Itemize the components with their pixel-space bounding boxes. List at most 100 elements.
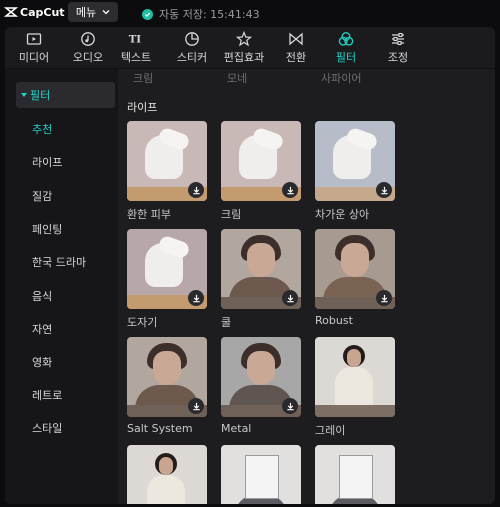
filter-card[interactable]: 환한 피부 (127, 121, 207, 222)
autosave-text: 자동 저장: 15:41:43 (159, 8, 260, 21)
filter-category-sidebar: 필터 추천 라이프 질감 페인팅 한국 드라마 음식 자연 영화 레트로 스타일 (5, 69, 118, 504)
filter-card-label: 쿨 (221, 316, 232, 329)
capcut-logo-icon (4, 7, 18, 17)
filter-card[interactable]: 그레이 (315, 337, 395, 438)
sidebar-item-food[interactable]: 음식 (32, 283, 131, 309)
capcut-logo: CapCut (4, 5, 65, 19)
sidebar-item-texture[interactable]: 질감 (32, 183, 131, 209)
filter-thumbnail[interactable] (127, 229, 207, 309)
filter-grid: 크림 모네 사파이어 라이프 환한 피부 크림 차가운 상아 도자기 쿨 Robust Sa… (118, 69, 495, 504)
sidebar-header-filter[interactable]: 필터 (16, 82, 115, 108)
filter-thumbnail[interactable] (315, 229, 395, 309)
filter-icon (338, 32, 354, 46)
download-icon (192, 402, 200, 410)
filter-card[interactable]: 차가운 상아 (315, 121, 395, 222)
download-icon (380, 186, 388, 194)
sidebar-item-kdrama[interactable]: 한국 드라마 (32, 249, 131, 275)
tab-text[interactable]: TI 텍스트 (109, 27, 163, 68)
download-icon (286, 402, 294, 410)
filter-card[interactable]: Metal (221, 337, 301, 435)
download-button[interactable] (282, 290, 298, 306)
filter-card[interactable] (127, 445, 207, 504)
tab-label: 미디어 (18, 51, 50, 64)
download-icon (380, 294, 388, 302)
sidebar-item-painting[interactable]: 페인팅 (32, 216, 131, 242)
transition-icon (289, 32, 303, 46)
menu-button[interactable]: 메뉴 (68, 2, 118, 22)
section-title: 라이프 (127, 101, 158, 114)
download-button[interactable] (376, 182, 392, 198)
filter-card-label: Salt System (127, 422, 193, 435)
tab-filter[interactable]: 필터 (319, 27, 373, 68)
filter-thumbnail[interactable] (221, 445, 301, 504)
tab-sticker[interactable]: 스티커 (165, 27, 219, 68)
title-bar: CapCut 메뉴 자동 저장: 15:41:43 (0, 0, 500, 26)
filter-card[interactable] (221, 445, 301, 504)
tab-label: 편집효과 (223, 51, 265, 64)
filter-card[interactable]: 크림 (221, 121, 301, 222)
filter-thumbnail[interactable] (315, 121, 395, 201)
sidebar-item-recommended[interactable]: 추천 (32, 116, 131, 142)
sidebar-item-label: 스타일 (32, 422, 63, 435)
filter-card-label: 크림 (221, 208, 242, 221)
filter-card[interactable]: Robust (315, 229, 395, 327)
caret-down-icon (21, 93, 27, 97)
adjust-icon (392, 32, 404, 46)
tab-media[interactable]: 미디어 (7, 27, 61, 68)
sidebar-item-label: 음식 (32, 290, 53, 303)
check-circle-icon (142, 8, 153, 20)
text-icon: TI (129, 34, 142, 46)
sidebar-header-label: 필터 (30, 89, 51, 102)
tab-label: 조정 (387, 51, 409, 64)
brand-name: CapCut (20, 5, 65, 19)
sidebar-item-movie[interactable]: 영화 (32, 349, 131, 375)
download-button[interactable] (282, 398, 298, 414)
category-tabs: 미디어 오디오 TI 텍스트 스티커 편집효과 전환 필터 조정 (5, 27, 495, 69)
sidebar-item-style[interactable]: 스타일 (32, 415, 131, 441)
sidebar-item-label: 레트로 (32, 389, 63, 402)
download-button[interactable] (188, 398, 204, 414)
sidebar-item-label: 질감 (32, 190, 53, 203)
filter-card[interactable] (315, 445, 395, 504)
sidebar-item-label: 추천 (32, 123, 53, 136)
filter-thumbnail[interactable] (315, 445, 395, 504)
sidebar-item-label: 라이프 (32, 156, 63, 169)
download-button[interactable] (188, 290, 204, 306)
tab-adjust[interactable]: 조정 (371, 27, 425, 68)
sidebar-item-life[interactable]: 라이프 (32, 149, 131, 175)
tab-transition[interactable]: 전환 (269, 27, 323, 68)
filter-card-label: Robust (315, 314, 353, 327)
filter-card-label: Metal (221, 422, 252, 435)
filter-card-label: 환한 피부 (127, 208, 171, 221)
filter-thumbnail[interactable] (127, 121, 207, 201)
tab-effects[interactable]: 편집효과 (217, 27, 271, 68)
filter-thumbnail[interactable] (315, 337, 395, 417)
sidebar-item-label: 영화 (32, 356, 53, 369)
filter-card[interactable]: 쿨 (221, 229, 301, 330)
chevron-down-icon (102, 10, 110, 15)
tab-label: 텍스트 (120, 51, 152, 64)
filter-thumbnail[interactable] (127, 445, 207, 504)
tab-label: 필터 (335, 51, 357, 64)
audio-icon (81, 32, 95, 46)
filter-card-label: 도자기 (127, 316, 158, 329)
partial-card-label: 사파이어 (321, 72, 362, 85)
media-icon (26, 33, 42, 45)
tab-label: 전환 (285, 51, 307, 64)
sidebar-item-retro[interactable]: 레트로 (32, 382, 131, 408)
tab-audio[interactable]: 오디오 (61, 27, 115, 68)
download-button[interactable] (376, 290, 392, 306)
filter-thumbnail[interactable] (221, 121, 301, 201)
filter-thumbnail[interactable] (221, 337, 301, 417)
sidebar-item-nature[interactable]: 자연 (32, 316, 131, 342)
menu-label: 메뉴 (75, 6, 97, 19)
download-button[interactable] (188, 182, 204, 198)
filter-card[interactable]: 도자기 (127, 229, 207, 330)
autosave-status: 자동 저장: 15:41:43 (142, 6, 260, 22)
partial-card-label: 크림 (133, 72, 154, 85)
download-button[interactable] (282, 182, 298, 198)
effects-icon (236, 31, 252, 47)
filter-card[interactable]: Salt System (127, 337, 207, 435)
filter-thumbnail[interactable] (221, 229, 301, 309)
filter-thumbnail[interactable] (127, 337, 207, 417)
